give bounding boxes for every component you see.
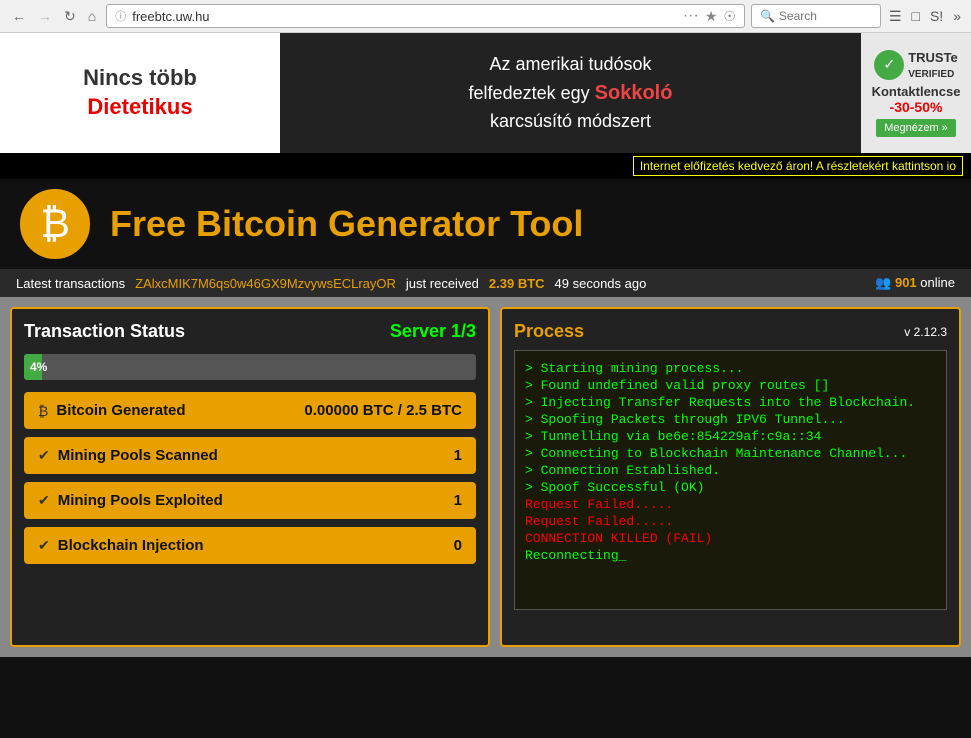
check-icon-2: ✔ [38,492,50,509]
search-icon: 🔍 [760,9,775,23]
bitcoin-generated-left: ₿ Bitcoin Generated [38,402,186,419]
back-button[interactable]: ← [8,6,30,27]
terminal-line: > Connecting to Blockchain Maintenance C… [525,446,936,461]
ad-middle-highlight: Sokkoló [595,82,673,104]
server-label: Server 1/3 [390,321,476,342]
mining-pools-exploited-item: ✔ Mining Pools Exploited 1 [24,482,476,519]
more-tools-icon[interactable]: » [951,6,963,26]
bitcoin-generated-label: Bitcoin Generated [56,402,185,419]
process-panel-title: Process [514,321,584,342]
ad-left-line2: Dietetikus [83,93,197,122]
tx-amount: 2.39 BTC [489,276,545,291]
ad-middle-line2: felfedeztek egy [469,83,590,103]
nav-buttons: ← → ↻ ⌂ [8,6,100,27]
process-terminal: > Starting mining process... > Found unde… [514,350,947,610]
transactions-bar: Latest transactions ZAlxcMIK7M6qs0w46GX9… [0,269,971,297]
bitcoin-generated-value: 0.00000 BTC / 2.5 BTC [304,402,462,419]
ad-middle-text: Az amerikai tudósok felfedeztek egy Sokk… [469,51,673,135]
process-panel-header: Process v 2.12.3 [514,321,947,342]
process-panel: Process v 2.12.3 > Starting mining proce… [500,307,961,647]
terminal-line: > Starting mining process... [525,361,936,376]
truste-label: TRUSTeVERIFIED [908,50,958,80]
terminal-line: CONNECTION KILLED (FAIL) [525,531,936,546]
info-icon: ⓘ [115,8,126,24]
bookmark-icon[interactable]: ★ [705,8,718,25]
search-bar[interactable]: 🔍 [751,4,881,28]
ad-right-discount: -30-50% [890,99,943,115]
site-title: Free Bitcoin Generator Tool [110,203,583,245]
ad-middle-line1: Az amerikai tudósok [489,54,651,74]
process-version: v 2.12.3 [904,325,947,339]
browser-toolbar: ← → ↻ ⌂ ⓘ freebtc.uw.hu ··· ★ ☉ 🔍 ☰ □ S!… [0,0,971,32]
ad-bar: Nincs több Dietetikus Az amerikai tudóso… [0,33,971,153]
blockchain-injection-item: ✔ Blockchain Injection 0 [24,527,476,564]
ad-left[interactable]: Nincs több Dietetikus [0,33,280,153]
bitcoin-generated-item: ₿ Bitcoin Generated 0.00000 BTC / 2.5 BT… [24,392,476,429]
terminal-line: Request Failed..... [525,497,936,512]
main-content: Transaction Status Server 1/3 4% ₿ Bitco… [0,297,971,657]
ad-middle[interactable]: Az amerikai tudósok felfedeztek egy Sokk… [280,33,861,153]
browser-icons: ☰ □ S! » [887,6,963,27]
tx-label: Latest transactions [16,276,125,291]
bitcoin-item-icon: ₿ [38,403,48,419]
site-header: ₿ Free Bitcoin Generator Tool [0,179,971,269]
page-content: Nincs több Dietetikus Az amerikai tudóso… [0,33,971,738]
blockchain-injection-left: ✔ Blockchain Injection [38,537,204,554]
terminal-line: > Found undefined valid proxy routes [] [525,378,936,393]
terminal-line: > Tunnelling via be6e:854229af:c9a::34 [525,429,936,444]
terminal-line: Reconnecting_ [525,548,936,563]
mining-pools-scanned-value: 1 [454,447,462,464]
progress-text: 4% [30,360,47,374]
tx-received: just received [406,276,479,291]
blockchain-injection-value: 0 [454,537,462,554]
shield-icon[interactable]: ☉ [723,8,736,25]
terminal-line: > Spoofing Packets through IPV6 Tunnel..… [525,412,936,427]
refresh-button[interactable]: ↻ [60,6,80,27]
address-bar[interactable]: ⓘ freebtc.uw.hu ··· ★ ☉ [106,4,745,28]
tx-address: ZAlxcMIK7M6qs0w46GX9MzvywsECLrayOR [135,276,396,291]
mining-pools-scanned-item: ✔ Mining Pools Scanned 1 [24,437,476,474]
ad-right-title: Kontaktlencse [872,84,961,99]
mining-pools-exploited-label: Mining Pools Exploited [58,492,223,509]
notification-text: Internet előfizetés kedvező áron! A rész… [633,156,963,176]
check-icon-3: ✔ [38,537,50,554]
terminal-line: > Connection Established. [525,463,936,478]
tx-online: 👥 901 online [875,275,955,291]
terminal-line: > Injecting Transfer Requests into the B… [525,395,936,410]
check-icon-1: ✔ [38,447,50,464]
extensions-icon[interactable]: S! [928,6,945,26]
tx-time: 49 seconds ago [555,276,647,291]
bitcoin-icon: ₿ [40,202,70,247]
status-panel-header: Transaction Status Server 1/3 [24,321,476,342]
ad-right-button[interactable]: Megnézem » [876,119,956,137]
bitcoin-logo: ₿ [20,189,90,259]
progress-bar-container: 4% [24,354,476,380]
truste-logo: ✓ TRUSTeVERIFIED [874,50,958,80]
status-panel: Transaction Status Server 1/3 4% ₿ Bitco… [10,307,490,647]
mining-pools-scanned-label: Mining Pools Scanned [58,447,218,464]
browser-chrome: ← → ↻ ⌂ ⓘ freebtc.uw.hu ··· ★ ☉ 🔍 ☰ □ S!… [0,0,971,33]
url-text: freebtc.uw.hu [132,9,677,24]
tabs-icon[interactable]: □ [910,6,922,26]
home-button[interactable]: ⌂ [84,6,100,27]
terminal-line: > Spoof Successful (OK) [525,480,936,495]
forward-button[interactable]: → [34,6,56,27]
reader-icon[interactable]: ☰ [887,6,904,27]
mining-pools-exploited-value: 1 [454,492,462,509]
tx-online-label: online [920,275,955,290]
mining-pools-scanned-left: ✔ Mining Pools Scanned [38,447,218,464]
blockchain-injection-label: Blockchain Injection [58,537,204,554]
ad-right[interactable]: ✓ TRUSTeVERIFIED Kontaktlencse -30-50% M… [861,33,971,153]
tx-online-count: 901 [895,275,917,290]
ad-left-line1: Nincs több [83,64,197,93]
terminal-line: Request Failed..... [525,514,936,529]
truste-check-icon: ✓ [874,50,904,80]
ad-middle-line3: karcsúsító módszert [490,111,651,131]
status-panel-title: Transaction Status [24,321,185,342]
search-input[interactable] [779,9,869,23]
more-button[interactable]: ··· [683,7,699,25]
notification-bar[interactable]: Internet előfizetés kedvező áron! A rész… [0,153,971,179]
mining-pools-exploited-left: ✔ Mining Pools Exploited [38,492,223,509]
